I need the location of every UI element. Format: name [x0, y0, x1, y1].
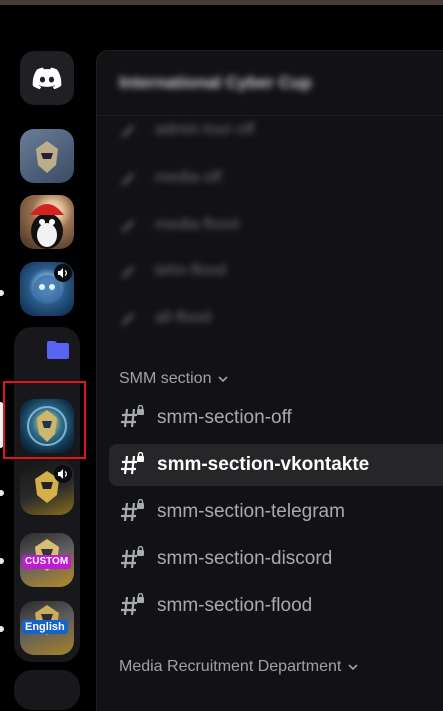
server-badge-custom: CUSTOM: [22, 555, 72, 569]
channel-label: media-flood: [155, 216, 239, 233]
header-divider: [97, 115, 443, 116]
guild-name[interactable]: International Cyber Cup: [119, 73, 312, 93]
locked-text-channel-icon: [121, 546, 144, 569]
server-rail: CUSTOM English: [0, 5, 96, 710]
edit-channel-icon: [122, 125, 134, 137]
channel-label: admin-tour-off: [155, 121, 255, 138]
channel-smm-section-off[interactable]: smm-section-off: [109, 397, 443, 439]
discord-home-button[interactable]: [20, 51, 74, 105]
channel-item[interactable]: all-flood: [119, 306, 211, 330]
channel-label: all-flood: [155, 309, 212, 326]
server-icon-1[interactable]: [20, 129, 74, 183]
channel-label: smm-section-vkontakte: [157, 454, 370, 475]
locked-text-channel-icon: [121, 452, 144, 475]
channel-smm-section-telegram[interactable]: smm-section-telegram: [109, 491, 443, 533]
channel-smm-section-flood[interactable]: smm-section-flood: [109, 585, 443, 627]
speaker-icon: [54, 465, 72, 483]
channel-label: smm-section-discord: [157, 548, 333, 569]
helmet-emblem-icon: [36, 141, 58, 173]
folder-server-icon-3[interactable]: CUSTOM: [20, 533, 74, 587]
chevron-down-icon: [218, 376, 229, 383]
category-smm-section[interactable]: SMM section: [119, 370, 229, 388]
folder-server-icon-4[interactable]: English: [20, 601, 74, 655]
discord-logo-icon: [32, 67, 62, 90]
folder-server-icon-2[interactable]: [20, 461, 74, 515]
channel-label: tehn-flood: [155, 262, 227, 279]
channel-smm-section-vkontakte[interactable]: smm-section-vkontakte: [109, 444, 443, 486]
highlight-box: [3, 381, 86, 459]
channel-item[interactable]: admin-tour-off: [119, 118, 254, 142]
server-icon-3[interactable]: [20, 262, 74, 316]
channel-label: smm-section-telegram: [157, 501, 345, 522]
penguin-avatar-icon: [30, 204, 64, 249]
server-folder-2[interactable]: [14, 670, 80, 710]
server-icon-2[interactable]: [20, 195, 74, 249]
unread-indicator: [0, 626, 4, 632]
category-media-recruitment[interactable]: Media Recruitment Department: [119, 658, 359, 676]
channel-label: media-off: [155, 169, 222, 186]
locked-text-channel-icon: [121, 593, 144, 616]
speaker-icon: [54, 264, 72, 282]
edit-channel-icon: [122, 313, 134, 325]
edit-channel-icon: [122, 220, 134, 232]
locked-text-channel-icon: [121, 405, 144, 428]
chevron-down-icon: [348, 664, 358, 671]
category-label: SMM section: [119, 370, 212, 387]
channel-item[interactable]: tehn-flood: [119, 259, 226, 283]
channel-sidebar: International Cyber Cup admin-tour-off m…: [96, 50, 443, 711]
server-badge-english: English: [22, 620, 68, 634]
unread-indicator: [0, 290, 4, 296]
edit-channel-icon: [122, 266, 134, 278]
channel-label: smm-section-off: [157, 407, 292, 428]
channel-item[interactable]: media-flood: [119, 213, 239, 237]
category-label: Media Recruitment Department: [119, 658, 342, 675]
channel-smm-section-discord[interactable]: smm-section-discord: [109, 538, 443, 580]
unread-indicator: [0, 490, 4, 496]
folder-icon: [47, 341, 69, 359]
unread-indicator: [0, 558, 4, 564]
channel-item[interactable]: media-off: [119, 166, 221, 190]
edit-channel-icon: [122, 173, 134, 185]
locked-text-channel-icon: [121, 499, 144, 522]
channel-label: smm-section-flood: [157, 595, 313, 616]
